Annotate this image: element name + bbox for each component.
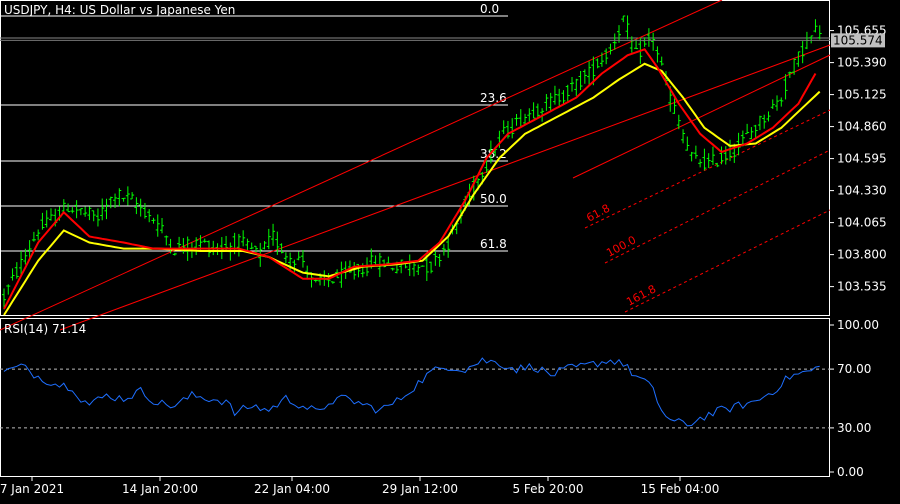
rsi-tick-label: 70.00: [837, 362, 871, 376]
fib-level-label: 23.6: [480, 91, 507, 105]
time-tick-label: 15 Feb 04:00: [641, 482, 720, 496]
channel-middle-line: [59, 44, 831, 331]
rsi-tick-label: 30.00: [837, 421, 871, 435]
chart-window[interactable]: 0.0 23.6 38.2 50.0 61.8 61.8 100.0 161.8 105.6…: [0, 0, 900, 500]
fib-expansion-label: 161.8: [624, 282, 658, 308]
time-tick-label: 14 Jan 20:00: [122, 482, 198, 496]
fib-level-label: 0.0: [480, 2, 499, 16]
fib-expansion-line: [624, 209, 831, 313]
current-price-value: 105.574: [833, 33, 883, 47]
time-tick-label: 22 Jan 04:00: [254, 482, 330, 496]
rsi-line: [3, 357, 820, 427]
chart-title: USDJPY, H4: US Dollar vs Japanese Yen: [4, 3, 235, 17]
price-tick-label: 104.860: [837, 120, 887, 134]
rsi-label: RSI(14) 71.14: [4, 322, 86, 336]
time-tick-label: 7 Jan 2021: [0, 482, 64, 496]
price-tick-label: 104.595: [837, 152, 887, 166]
time-tick-label: 5 Feb 20:00: [512, 482, 583, 496]
rsi-tick-label: 0.00: [837, 465, 864, 479]
rsi-tick-label: 100.00: [837, 318, 879, 332]
ma-slow-line: [3, 62, 821, 316]
price-tick-label: 104.065: [837, 216, 887, 230]
price-axis: 105.655105.390105.125104.860104.595104.3…: [830, 24, 887, 294]
moving-averages: [3, 48, 821, 316]
fib-level-label: 61.8: [480, 237, 507, 251]
time-tick-label: 29 Jan 12:00: [382, 482, 458, 496]
channel-lower-line: [572, 54, 831, 179]
time-axis: 7 Jan 2021 14 Jan 20:00 22 Jan 04:00 29 Jan…: [0, 477, 719, 496]
fib-level-label: 50.0: [480, 192, 507, 206]
chart-canvas[interactable]: 0.023.638.250.061.8 61.8100.0161.8 105.6…: [0, 0, 900, 500]
fib-expansion-label: 100.0: [604, 233, 638, 259]
price-tick-label: 103.535: [837, 280, 887, 294]
price-pane-frame: [0, 0, 830, 316]
price-tick-label: 103.800: [837, 248, 887, 262]
channel-upper-line: [0, 0, 723, 331]
trend-channel[interactable]: [0, 0, 831, 331]
fibonacci-retracement[interactable]: 0.023.638.250.061.8: [0, 2, 830, 252]
price-tick-label: 105.390: [837, 56, 887, 70]
price-tick-label: 104.330: [837, 184, 887, 198]
rsi-indicator: 100.00 70.00 30.00 0.00: [0, 318, 879, 479]
price-tick-label: 105.125: [837, 88, 887, 102]
candlesticks: [2, 15, 822, 310]
rsi-pane-frame: [0, 318, 830, 477]
